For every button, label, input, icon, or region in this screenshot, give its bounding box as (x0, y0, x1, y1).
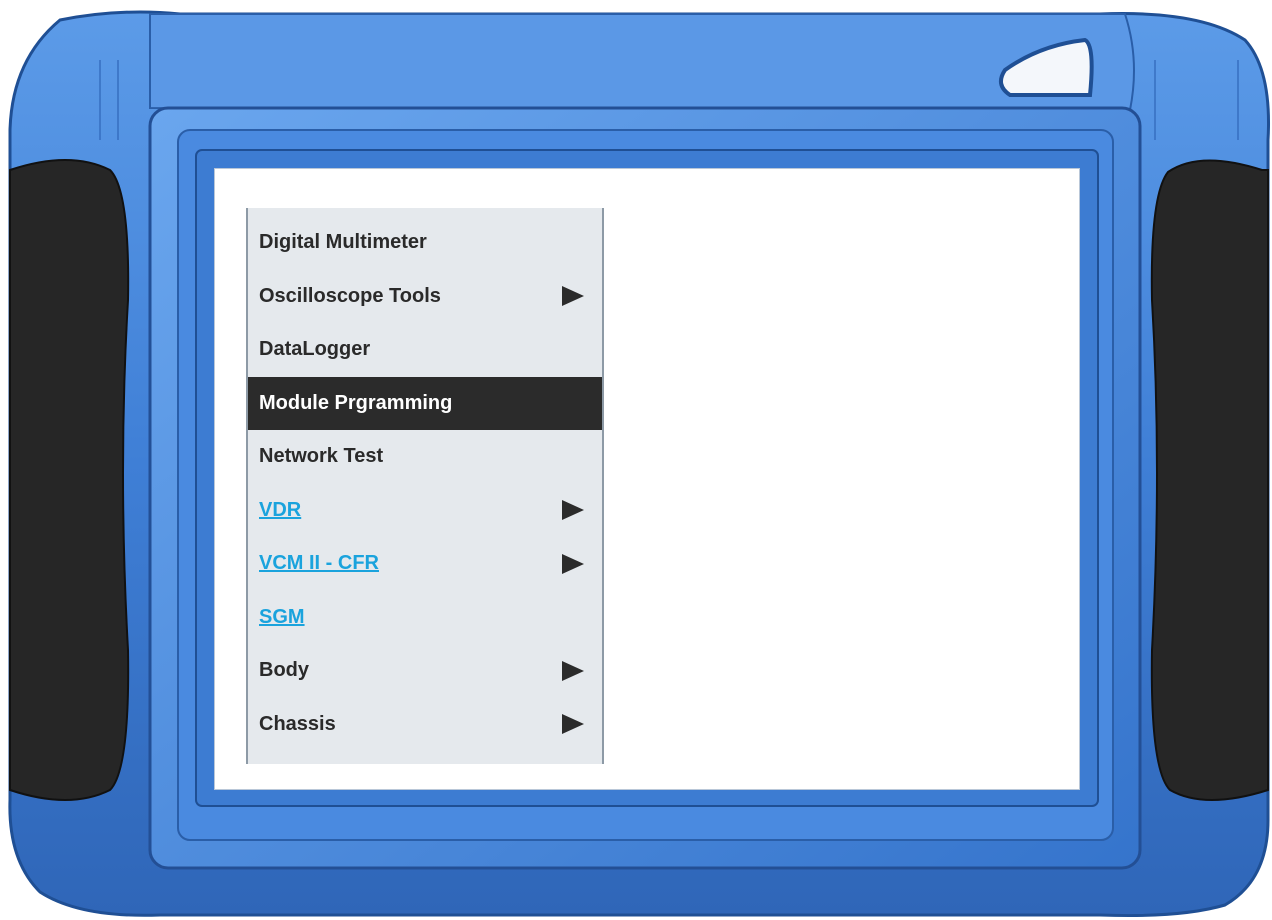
menu-item-label: SGM (259, 605, 305, 628)
main-menu: Digital Multimeter Oscilloscope Tools Da… (246, 208, 604, 764)
menu-item-vdr[interactable]: VDR (248, 484, 602, 538)
menu-item-chassis[interactable]: Chassis (248, 698, 602, 752)
left-grip (9, 159, 130, 801)
triangle-right-icon (562, 286, 584, 307)
menu-item-label: Chassis (259, 712, 336, 735)
menu-item-label: Oscilloscope Tools (259, 284, 441, 307)
menu-item-label: DataLogger (259, 338, 371, 361)
triangle-right-icon (562, 660, 584, 681)
menu-item-vcm-ii-cfr[interactable]: VCM II - CFR (248, 537, 602, 591)
triangle-right-icon (562, 500, 584, 521)
right-grip (1150, 159, 1269, 801)
triangle-right-icon (562, 714, 584, 735)
menu-item-label: Digital Multimeter (259, 231, 427, 254)
menu-item-body[interactable]: Body (248, 644, 602, 698)
menu-item-sgm[interactable]: SGM (248, 591, 602, 645)
diagnostic-tablet: Digital Multimeter Oscilloscope Tools Da… (0, 0, 1272, 920)
menu-item-label: VCM II - CFR (259, 552, 379, 575)
menu-item-network-test[interactable]: Network Test (248, 430, 602, 484)
menu-item-label: Network Test (259, 445, 384, 468)
menu-item-module-programming[interactable]: Module Prgramming (248, 376, 602, 430)
menu-item-label: VDR (259, 498, 302, 521)
menu-item-digital-multimeter[interactable]: Digital Multimeter (248, 216, 602, 270)
menu-item-label: Module Prgramming (259, 391, 453, 414)
menu-item-label: Body (259, 659, 309, 682)
triangle-right-icon (562, 553, 584, 574)
menu-item-oscilloscope-tools[interactable]: Oscilloscope Tools (248, 270, 602, 324)
menu-item-datalogger[interactable]: DataLogger (248, 323, 602, 377)
